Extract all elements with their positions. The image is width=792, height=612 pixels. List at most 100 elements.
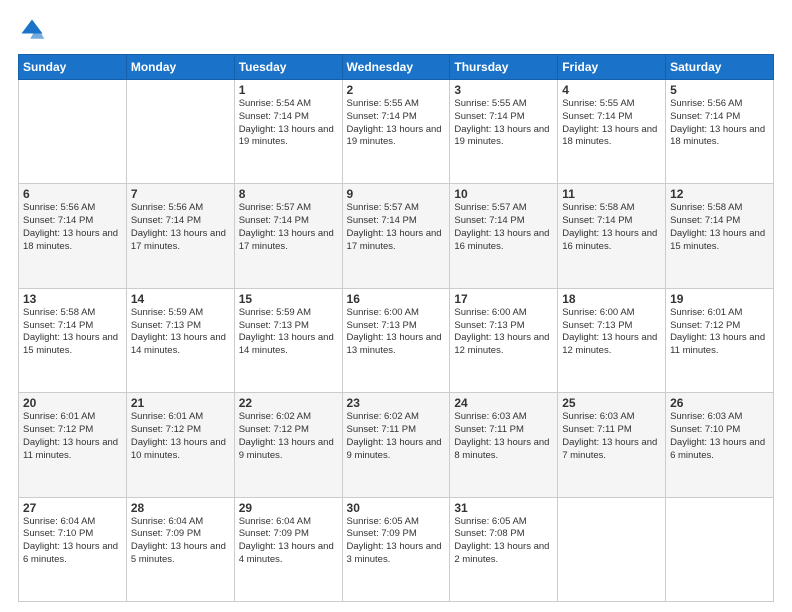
- day-number: 5: [670, 83, 769, 97]
- day-info: Sunrise: 5:56 AM Sunset: 7:14 PM Dayligh…: [23, 202, 122, 253]
- day-info: Sunrise: 6:01 AM Sunset: 7:12 PM Dayligh…: [131, 411, 230, 462]
- day-header-saturday: Saturday: [666, 55, 774, 80]
- calendar-cell: 13Sunrise: 5:58 AM Sunset: 7:14 PM Dayli…: [19, 288, 127, 392]
- day-info: Sunrise: 6:05 AM Sunset: 7:09 PM Dayligh…: [347, 516, 446, 567]
- day-info: Sunrise: 6:03 AM Sunset: 7:11 PM Dayligh…: [454, 411, 553, 462]
- calendar-cell: [558, 497, 666, 601]
- day-number: 15: [239, 292, 338, 306]
- calendar-table: SundayMondayTuesdayWednesdayThursdayFrid…: [18, 54, 774, 602]
- day-info: Sunrise: 6:04 AM Sunset: 7:09 PM Dayligh…: [131, 516, 230, 567]
- calendar-week-3: 13Sunrise: 5:58 AM Sunset: 7:14 PM Dayli…: [19, 288, 774, 392]
- page: SundayMondayTuesdayWednesdayThursdayFrid…: [0, 0, 792, 612]
- day-info: Sunrise: 5:58 AM Sunset: 7:14 PM Dayligh…: [670, 202, 769, 253]
- calendar-cell: 11Sunrise: 5:58 AM Sunset: 7:14 PM Dayli…: [558, 184, 666, 288]
- day-number: 11: [562, 187, 661, 201]
- calendar-cell: 19Sunrise: 6:01 AM Sunset: 7:12 PM Dayli…: [666, 288, 774, 392]
- calendar-cell: [666, 497, 774, 601]
- calendar-cell: 9Sunrise: 5:57 AM Sunset: 7:14 PM Daylig…: [342, 184, 450, 288]
- day-info: Sunrise: 6:04 AM Sunset: 7:10 PM Dayligh…: [23, 516, 122, 567]
- day-info: Sunrise: 5:58 AM Sunset: 7:14 PM Dayligh…: [562, 202, 661, 253]
- calendar-cell: 6Sunrise: 5:56 AM Sunset: 7:14 PM Daylig…: [19, 184, 127, 288]
- day-number: 10: [454, 187, 553, 201]
- calendar-cell: 2Sunrise: 5:55 AM Sunset: 7:14 PM Daylig…: [342, 80, 450, 184]
- calendar-cell: 22Sunrise: 6:02 AM Sunset: 7:12 PM Dayli…: [234, 393, 342, 497]
- day-number: 14: [131, 292, 230, 306]
- calendar-cell: 12Sunrise: 5:58 AM Sunset: 7:14 PM Dayli…: [666, 184, 774, 288]
- calendar-cell: 24Sunrise: 6:03 AM Sunset: 7:11 PM Dayli…: [450, 393, 558, 497]
- day-number: 27: [23, 501, 122, 515]
- calendar-cell: 16Sunrise: 6:00 AM Sunset: 7:13 PM Dayli…: [342, 288, 450, 392]
- day-info: Sunrise: 5:56 AM Sunset: 7:14 PM Dayligh…: [131, 202, 230, 253]
- day-number: 22: [239, 396, 338, 410]
- day-info: Sunrise: 6:01 AM Sunset: 7:12 PM Dayligh…: [23, 411, 122, 462]
- day-number: 13: [23, 292, 122, 306]
- day-info: Sunrise: 6:05 AM Sunset: 7:08 PM Dayligh…: [454, 516, 553, 567]
- calendar-cell: 31Sunrise: 6:05 AM Sunset: 7:08 PM Dayli…: [450, 497, 558, 601]
- calendar-cell: [19, 80, 127, 184]
- day-info: Sunrise: 5:57 AM Sunset: 7:14 PM Dayligh…: [347, 202, 446, 253]
- day-info: Sunrise: 6:01 AM Sunset: 7:12 PM Dayligh…: [670, 307, 769, 358]
- calendar-cell: 23Sunrise: 6:02 AM Sunset: 7:11 PM Dayli…: [342, 393, 450, 497]
- day-number: 9: [347, 187, 446, 201]
- day-info: Sunrise: 5:57 AM Sunset: 7:14 PM Dayligh…: [239, 202, 338, 253]
- calendar-cell: 14Sunrise: 5:59 AM Sunset: 7:13 PM Dayli…: [126, 288, 234, 392]
- calendar-cell: [126, 80, 234, 184]
- calendar-week-5: 27Sunrise: 6:04 AM Sunset: 7:10 PM Dayli…: [19, 497, 774, 601]
- day-number: 20: [23, 396, 122, 410]
- calendar-week-4: 20Sunrise: 6:01 AM Sunset: 7:12 PM Dayli…: [19, 393, 774, 497]
- calendar-cell: 10Sunrise: 5:57 AM Sunset: 7:14 PM Dayli…: [450, 184, 558, 288]
- day-info: Sunrise: 6:02 AM Sunset: 7:12 PM Dayligh…: [239, 411, 338, 462]
- logo-icon: [18, 16, 46, 44]
- day-number: 31: [454, 501, 553, 515]
- day-number: 3: [454, 83, 553, 97]
- day-info: Sunrise: 5:59 AM Sunset: 7:13 PM Dayligh…: [131, 307, 230, 358]
- day-info: Sunrise: 6:03 AM Sunset: 7:11 PM Dayligh…: [562, 411, 661, 462]
- day-info: Sunrise: 6:00 AM Sunset: 7:13 PM Dayligh…: [454, 307, 553, 358]
- day-info: Sunrise: 6:03 AM Sunset: 7:10 PM Dayligh…: [670, 411, 769, 462]
- day-info: Sunrise: 5:55 AM Sunset: 7:14 PM Dayligh…: [454, 98, 553, 149]
- day-number: 18: [562, 292, 661, 306]
- calendar-cell: 21Sunrise: 6:01 AM Sunset: 7:12 PM Dayli…: [126, 393, 234, 497]
- calendar-cell: 28Sunrise: 6:04 AM Sunset: 7:09 PM Dayli…: [126, 497, 234, 601]
- day-number: 19: [670, 292, 769, 306]
- calendar-cell: 8Sunrise: 5:57 AM Sunset: 7:14 PM Daylig…: [234, 184, 342, 288]
- day-header-wednesday: Wednesday: [342, 55, 450, 80]
- day-info: Sunrise: 6:02 AM Sunset: 7:11 PM Dayligh…: [347, 411, 446, 462]
- day-number: 8: [239, 187, 338, 201]
- calendar-week-1: 1Sunrise: 5:54 AM Sunset: 7:14 PM Daylig…: [19, 80, 774, 184]
- calendar-cell: 4Sunrise: 5:55 AM Sunset: 7:14 PM Daylig…: [558, 80, 666, 184]
- day-info: Sunrise: 5:56 AM Sunset: 7:14 PM Dayligh…: [670, 98, 769, 149]
- day-header-sunday: Sunday: [19, 55, 127, 80]
- day-number: 16: [347, 292, 446, 306]
- day-number: 28: [131, 501, 230, 515]
- calendar-cell: 20Sunrise: 6:01 AM Sunset: 7:12 PM Dayli…: [19, 393, 127, 497]
- day-number: 2: [347, 83, 446, 97]
- day-number: 29: [239, 501, 338, 515]
- calendar-week-2: 6Sunrise: 5:56 AM Sunset: 7:14 PM Daylig…: [19, 184, 774, 288]
- calendar-cell: 30Sunrise: 6:05 AM Sunset: 7:09 PM Dayli…: [342, 497, 450, 601]
- day-info: Sunrise: 6:00 AM Sunset: 7:13 PM Dayligh…: [562, 307, 661, 358]
- calendar-cell: 27Sunrise: 6:04 AM Sunset: 7:10 PM Dayli…: [19, 497, 127, 601]
- day-number: 23: [347, 396, 446, 410]
- day-info: Sunrise: 5:58 AM Sunset: 7:14 PM Dayligh…: [23, 307, 122, 358]
- day-info: Sunrise: 5:55 AM Sunset: 7:14 PM Dayligh…: [347, 98, 446, 149]
- day-info: Sunrise: 6:00 AM Sunset: 7:13 PM Dayligh…: [347, 307, 446, 358]
- day-number: 4: [562, 83, 661, 97]
- calendar-cell: 7Sunrise: 5:56 AM Sunset: 7:14 PM Daylig…: [126, 184, 234, 288]
- day-info: Sunrise: 6:04 AM Sunset: 7:09 PM Dayligh…: [239, 516, 338, 567]
- day-header-monday: Monday: [126, 55, 234, 80]
- header: [18, 16, 774, 44]
- calendar-cell: 29Sunrise: 6:04 AM Sunset: 7:09 PM Dayli…: [234, 497, 342, 601]
- calendar-cell: 25Sunrise: 6:03 AM Sunset: 7:11 PM Dayli…: [558, 393, 666, 497]
- calendar-cell: 1Sunrise: 5:54 AM Sunset: 7:14 PM Daylig…: [234, 80, 342, 184]
- day-number: 7: [131, 187, 230, 201]
- calendar-cell: 18Sunrise: 6:00 AM Sunset: 7:13 PM Dayli…: [558, 288, 666, 392]
- calendar-cell: 5Sunrise: 5:56 AM Sunset: 7:14 PM Daylig…: [666, 80, 774, 184]
- day-header-thursday: Thursday: [450, 55, 558, 80]
- day-number: 17: [454, 292, 553, 306]
- day-info: Sunrise: 5:54 AM Sunset: 7:14 PM Dayligh…: [239, 98, 338, 149]
- day-number: 26: [670, 396, 769, 410]
- day-number: 25: [562, 396, 661, 410]
- day-number: 6: [23, 187, 122, 201]
- day-number: 12: [670, 187, 769, 201]
